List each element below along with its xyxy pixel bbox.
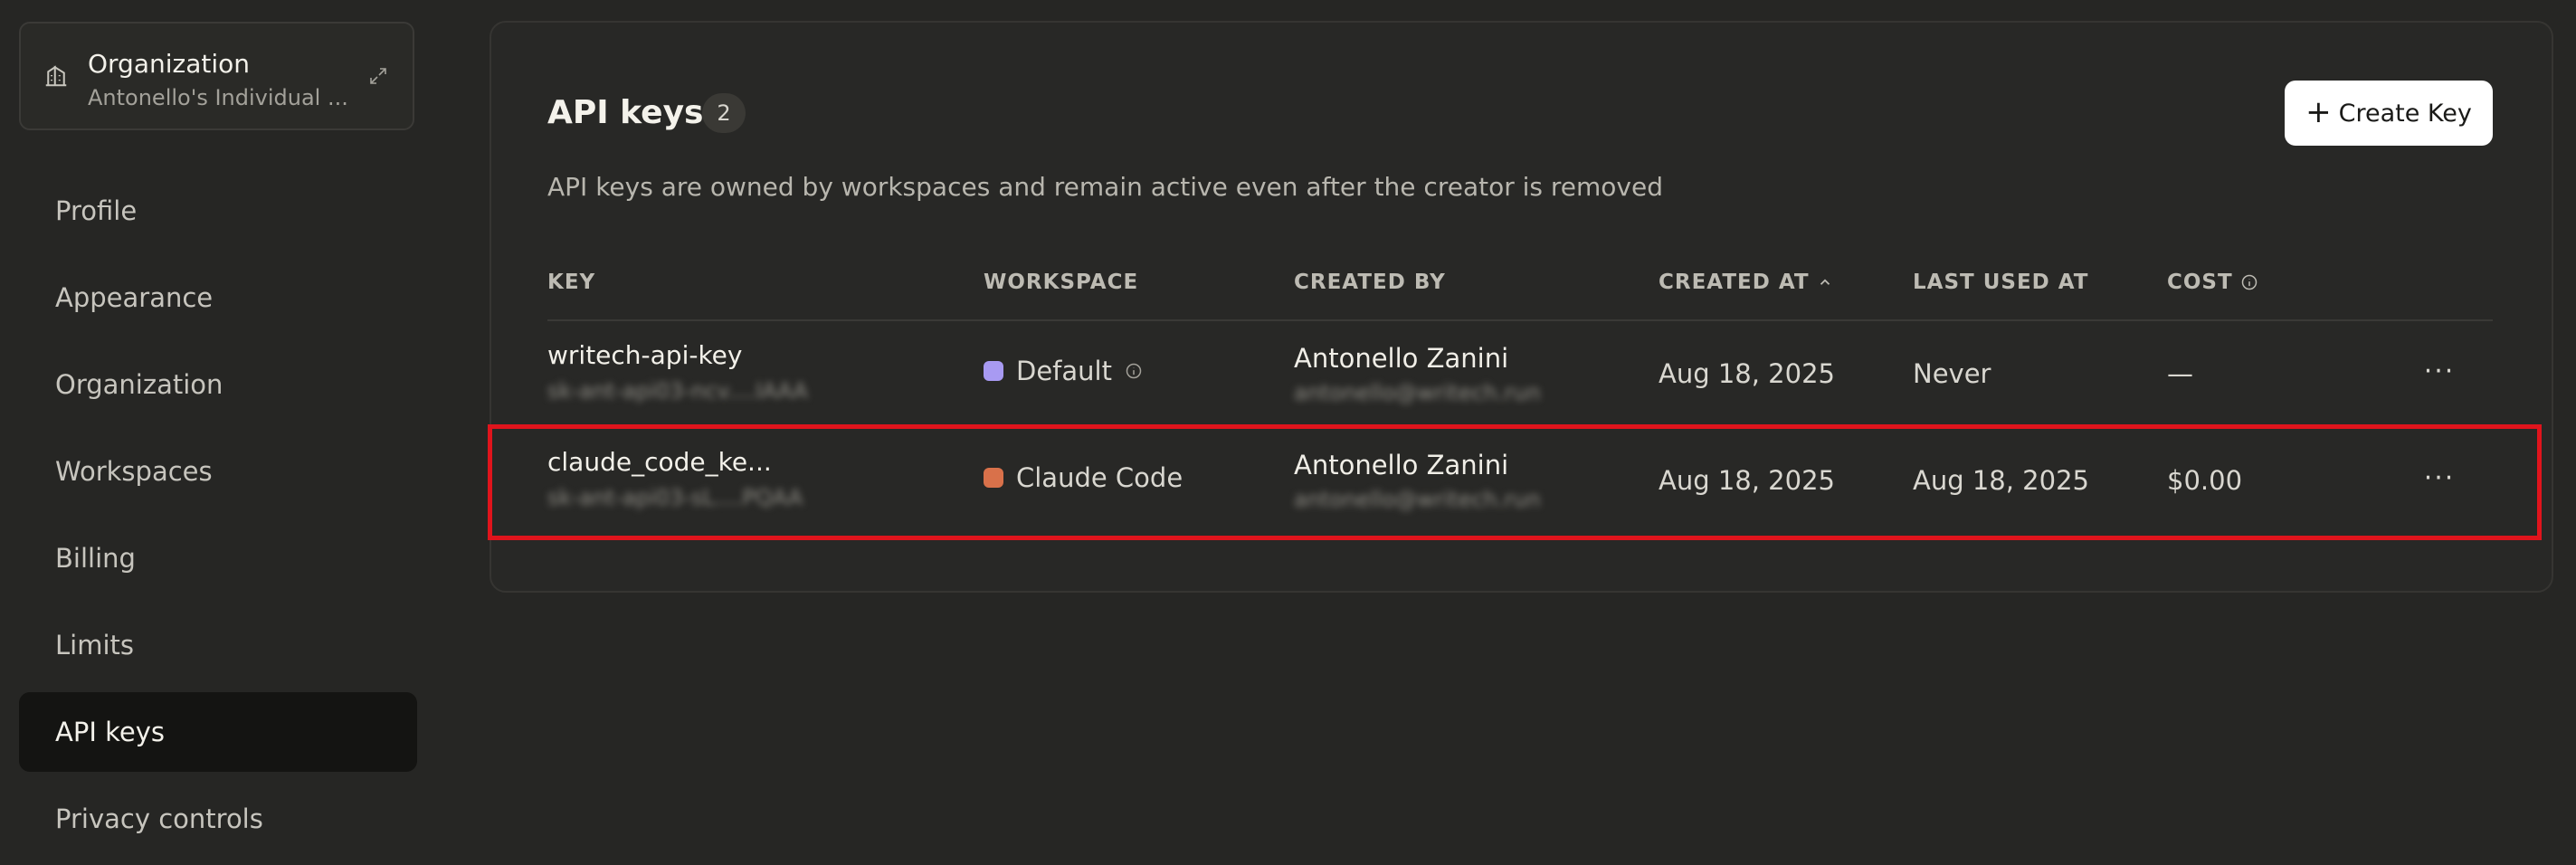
key-secret: sk-ant-api03-ncv....IAAA: [547, 378, 808, 404]
column-header-label: CREATED BY: [1294, 271, 1446, 294]
sort-ascending-icon: [1820, 279, 1830, 285]
cost: —: [2167, 358, 2193, 389]
more-horizontal-icon: ···: [2423, 461, 2456, 494]
workspace-name: Default: [1016, 356, 1112, 386]
column-header-created-by: CREATED BY: [1294, 271, 1446, 294]
sidebar-item-label: API keys: [55, 717, 165, 747]
last-used-at: Never: [1913, 358, 1991, 389]
key-name: writech-api-key: [547, 340, 743, 370]
column-header-cost: COST: [2167, 271, 2258, 294]
info-icon[interactable]: [1125, 362, 1143, 380]
key-count-badge: 2: [702, 93, 746, 133]
sidebar-item-api-keys[interactable]: API keys: [19, 692, 417, 772]
create-key-label: Create Key: [2338, 99, 2472, 128]
row-actions-button[interactable]: ···: [2414, 353, 2465, 389]
column-header-last-used-at: LAST USED AT: [1913, 271, 2088, 294]
column-header-label: COST: [2167, 271, 2233, 294]
info-icon[interactable]: [2240, 273, 2258, 291]
organization-switcher-title: Organization: [88, 49, 251, 79]
last-used-at: Aug 18, 2025: [1913, 465, 2089, 496]
column-header-key: KEY: [547, 271, 595, 294]
workspace-name: Claude Code: [1016, 462, 1183, 493]
sidebar-item-label: Appearance: [55, 282, 214, 313]
page-title: API keys: [547, 94, 704, 131]
column-header-created-at[interactable]: CREATED AT: [1659, 271, 1833, 294]
created-by-email: antonello@writech.run: [1294, 487, 1541, 512]
sidebar-item-label: Limits: [55, 630, 134, 661]
workspace-cell: Claude Code: [984, 462, 1183, 493]
header-divider: [547, 319, 2493, 321]
create-key-button[interactable]: + Create Key: [2285, 81, 2493, 146]
column-header-label: WORKSPACE: [984, 271, 1139, 294]
column-header-label: CREATED AT: [1659, 271, 1810, 294]
created-at: Aug 18, 2025: [1659, 358, 1835, 389]
workspace-cell: Default: [984, 356, 1143, 386]
sidebar-item-limits[interactable]: Limits: [19, 605, 417, 685]
row-actions-button[interactable]: ···: [2414, 460, 2465, 496]
created-by-name: Antonello Zanini: [1294, 450, 1509, 480]
column-header-label: LAST USED AT: [1913, 271, 2089, 294]
created-at: Aug 18, 2025: [1659, 465, 1835, 496]
key-name: claude_code_ke...: [547, 447, 772, 477]
sidebar-item-profile[interactable]: Profile: [19, 171, 417, 251]
sidebar-item-label: Organization: [55, 369, 223, 400]
organization-switcher[interactable]: Organization Antonello's Individual ...: [19, 22, 414, 130]
created-by-email: antonello@writech.run: [1294, 380, 1541, 405]
cost: $0.00: [2167, 465, 2243, 496]
plus-icon: +: [2305, 93, 2332, 130]
column-header-label: KEY: [547, 271, 596, 294]
workspace-color-swatch: [984, 361, 1003, 381]
workspace-color-swatch: [984, 468, 1003, 488]
sidebar-item-label: Privacy controls: [55, 803, 263, 834]
sidebar-item-privacy-controls[interactable]: Privacy controls: [19, 779, 417, 859]
expand-icon: [370, 68, 386, 84]
building-icon: [45, 65, 67, 87]
row-divider: [547, 427, 2493, 428]
page-description: API keys are owned by workspaces and rem…: [547, 172, 1663, 202]
column-header-workspace: WORKSPACE: [984, 271, 1138, 294]
sidebar-item-billing[interactable]: Billing: [19, 518, 417, 598]
more-horizontal-icon: ···: [2423, 355, 2456, 387]
sidebar-item-appearance[interactable]: Appearance: [19, 258, 417, 337]
sidebar-item-workspaces[interactable]: Workspaces: [19, 432, 417, 511]
created-by-name: Antonello Zanini: [1294, 343, 1509, 374]
sidebar: Organization Antonello's Individual ... …: [0, 0, 452, 865]
key-secret: sk-ant-api03-sL....PQAA: [547, 485, 803, 510]
sidebar-item-label: Billing: [55, 543, 136, 574]
sidebar-item-label: Workspaces: [55, 456, 213, 487]
organization-switcher-subtitle: Antonello's Individual ...: [88, 85, 348, 110]
sidebar-item-label: Profile: [55, 195, 138, 226]
sidebar-item-organization[interactable]: Organization: [19, 345, 417, 424]
